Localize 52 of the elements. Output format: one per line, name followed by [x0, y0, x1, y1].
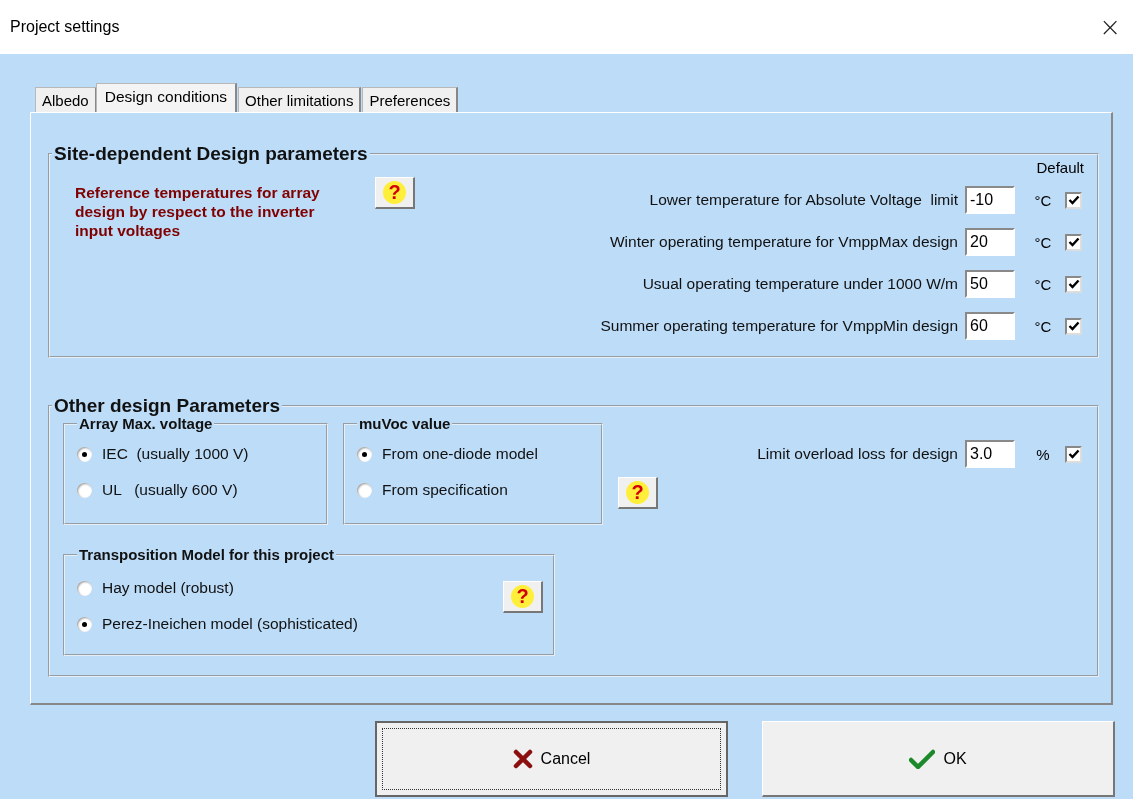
- help-button[interactable]: ?: [618, 477, 658, 509]
- tab[interactable]: Design conditions: [95, 83, 238, 112]
- option-label[interactable]: IEC (usually 1000 V): [102, 445, 249, 463]
- unit-label: °C: [1033, 233, 1053, 251]
- radio-button[interactable]: [77, 482, 92, 498]
- option-label[interactable]: From specification: [382, 481, 508, 499]
- group-title: Transposition Model for this project: [78, 546, 335, 563]
- field-label: Winter operating temperature for VmppMax design: [609, 233, 958, 251]
- help-button[interactable]: ?: [375, 177, 415, 209]
- tab[interactable]: Preferences: [362, 87, 459, 112]
- tab[interactable]: Other limitations: [238, 87, 362, 112]
- help-button[interactable]: ?: [503, 581, 543, 613]
- checkbox[interactable]: [1065, 445, 1082, 463]
- input-field[interactable]: 60: [965, 312, 1015, 340]
- radio-button[interactable]: [357, 446, 372, 462]
- group-title: Other design Parameters: [53, 395, 281, 417]
- checkbox[interactable]: [1065, 275, 1082, 293]
- window-title: Project settings: [10, 18, 120, 36]
- group-title: Site-dependent Design parameters: [53, 143, 369, 165]
- input-field[interactable]: 50: [965, 270, 1015, 298]
- unit-label: °C: [1033, 191, 1053, 209]
- checkbox[interactable]: [1065, 317, 1082, 335]
- field-label: Lower temperature for Absolute Voltage limit: [649, 191, 958, 209]
- unit-label: °C: [1033, 317, 1053, 335]
- tab[interactable]: Albedo: [35, 87, 97, 112]
- field-label: Limit overload loss for design: [757, 445, 958, 463]
- radio-button[interactable]: [77, 616, 92, 632]
- checkmark-icon: [909, 748, 936, 769]
- option-label[interactable]: Perez-Ineichen model (sophisticated): [102, 615, 358, 633]
- field-label: Summer operating temperature for VmppMin design: [600, 317, 958, 335]
- unit-label: %: [1035, 445, 1051, 463]
- input-field[interactable]: -10: [965, 186, 1015, 214]
- radio-button[interactable]: [77, 580, 92, 596]
- unit-label: °C: [1033, 275, 1053, 293]
- radio-button[interactable]: [77, 446, 92, 462]
- input-field[interactable]: 3.0: [965, 440, 1015, 468]
- ok-button[interactable]: OK: [762, 721, 1115, 797]
- column-label: Default: [1036, 159, 1084, 176]
- field-label: Usual operating temperature under 1000 W/m: [642, 275, 958, 293]
- close-button[interactable]: ×: [1095, 12, 1125, 42]
- cancel-button[interactable]: Cancel: [375, 721, 728, 797]
- description-text: Reference temperatures for array design by respect to the inverter input voltages: [75, 183, 321, 241]
- cross-icon: [512, 749, 533, 769]
- option-label[interactable]: Hay model (robust): [102, 579, 234, 597]
- input-field[interactable]: 20: [965, 228, 1015, 256]
- option-label[interactable]: From one-diode model: [382, 445, 538, 463]
- option-label[interactable]: UL (usually 600 V): [102, 481, 238, 499]
- checkbox[interactable]: [1065, 191, 1082, 209]
- group-title: Array Max. voltage: [78, 415, 214, 432]
- radio-button[interactable]: [357, 482, 372, 498]
- group-title: muVoc value: [358, 415, 452, 432]
- checkbox[interactable]: [1065, 233, 1082, 251]
